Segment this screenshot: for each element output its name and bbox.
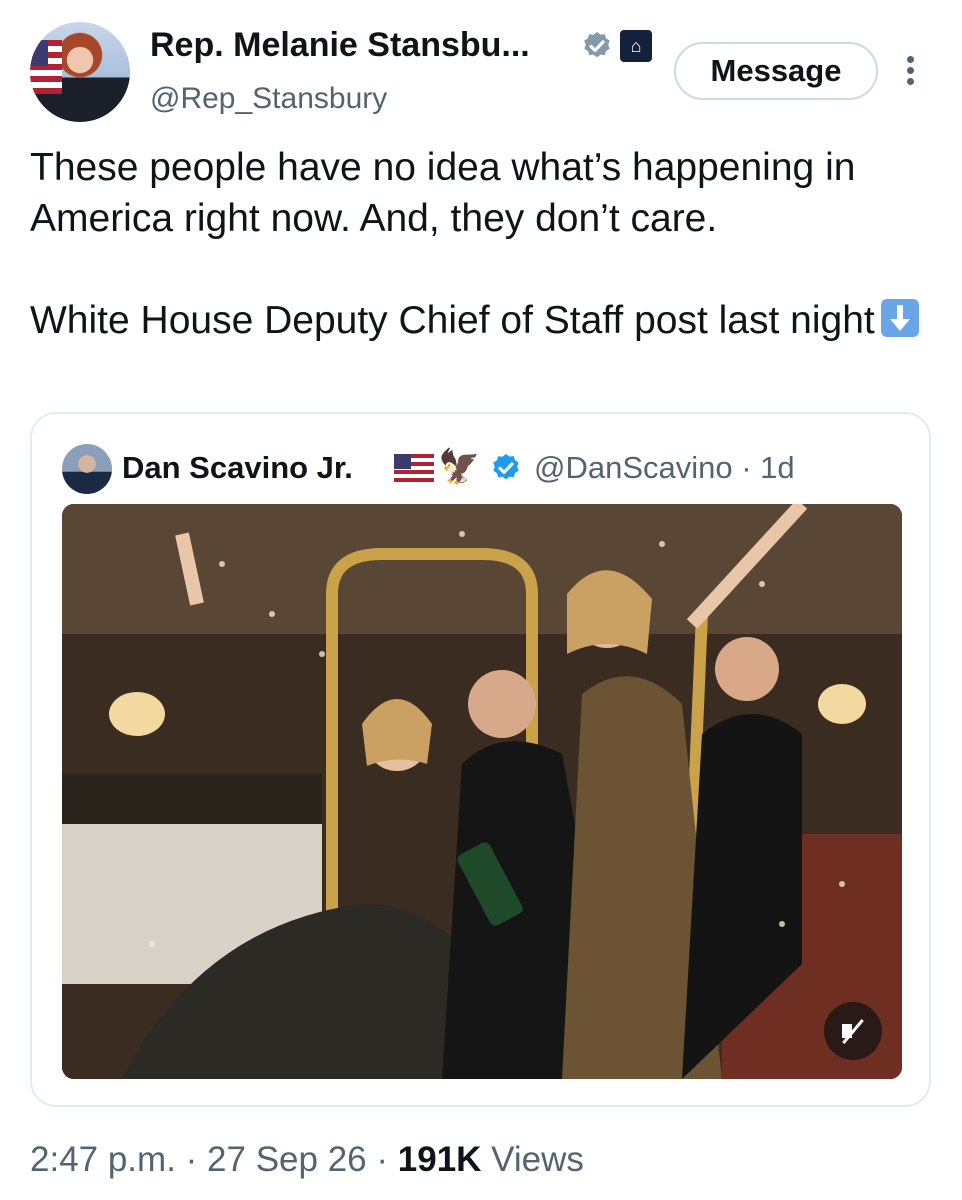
tweet-header: Rep. Melanie Stansbu... ⌂ @Rep_Stansbury… [0, 0, 962, 130]
tweet-body: These people have no idea what’s happeni… [30, 142, 930, 346]
message-button[interactable]: Message [674, 42, 878, 100]
quoted-handle-time[interactable]: @DanScavino · 1d [534, 450, 795, 486]
verified-badge-icon [584, 32, 610, 58]
us-flag-emoji-icon [394, 454, 434, 482]
party-photo-illustration [62, 504, 902, 1079]
separator-dot: · [376, 1140, 398, 1179]
down-arrow-emoji-icon [880, 299, 919, 337]
government-capitol-icon: ⌂ [620, 30, 652, 62]
separator-dot: · [185, 1140, 208, 1179]
us-flag-decoration [30, 40, 62, 94]
tweet-text-line-2-text: White House Deputy Chief of Staff post l… [30, 299, 875, 342]
views-label: Views [491, 1140, 584, 1179]
tweet-text-line-1: These people have no idea what’s happeni… [30, 146, 856, 240]
author-handle[interactable]: @Rep_Stansbury [150, 82, 387, 116]
quoted-author-name[interactable]: Dan Scavino Jr. [122, 450, 353, 486]
author-avatar[interactable] [30, 22, 130, 122]
tweet-metadata: 2:47 p.m. · 27 Sep 26 · 191K Views [30, 1140, 584, 1180]
eagle-emoji-icon: 🦅 [438, 448, 481, 486]
video-muted-icon[interactable] [824, 1002, 882, 1060]
views-count: 191K [397, 1140, 482, 1179]
more-options-icon[interactable] [898, 52, 922, 92]
quoted-media-video[interactable] [62, 504, 902, 1079]
tweet-time[interactable]: 2:47 p.m. [30, 1140, 176, 1179]
quoted-author-avatar[interactable] [62, 444, 112, 494]
author-display-name[interactable]: Rep. Melanie Stansbu... [150, 26, 530, 65]
tweet-date[interactable]: 27 Sep 26 [207, 1140, 367, 1179]
quoted-tweet-card[interactable]: Dan Scavino Jr. 🦅 @DanScavino · 1d [30, 412, 931, 1107]
verified-badge-icon [493, 454, 519, 480]
tweet-text-line-2: White House Deputy Chief of Staff post l… [30, 295, 930, 346]
